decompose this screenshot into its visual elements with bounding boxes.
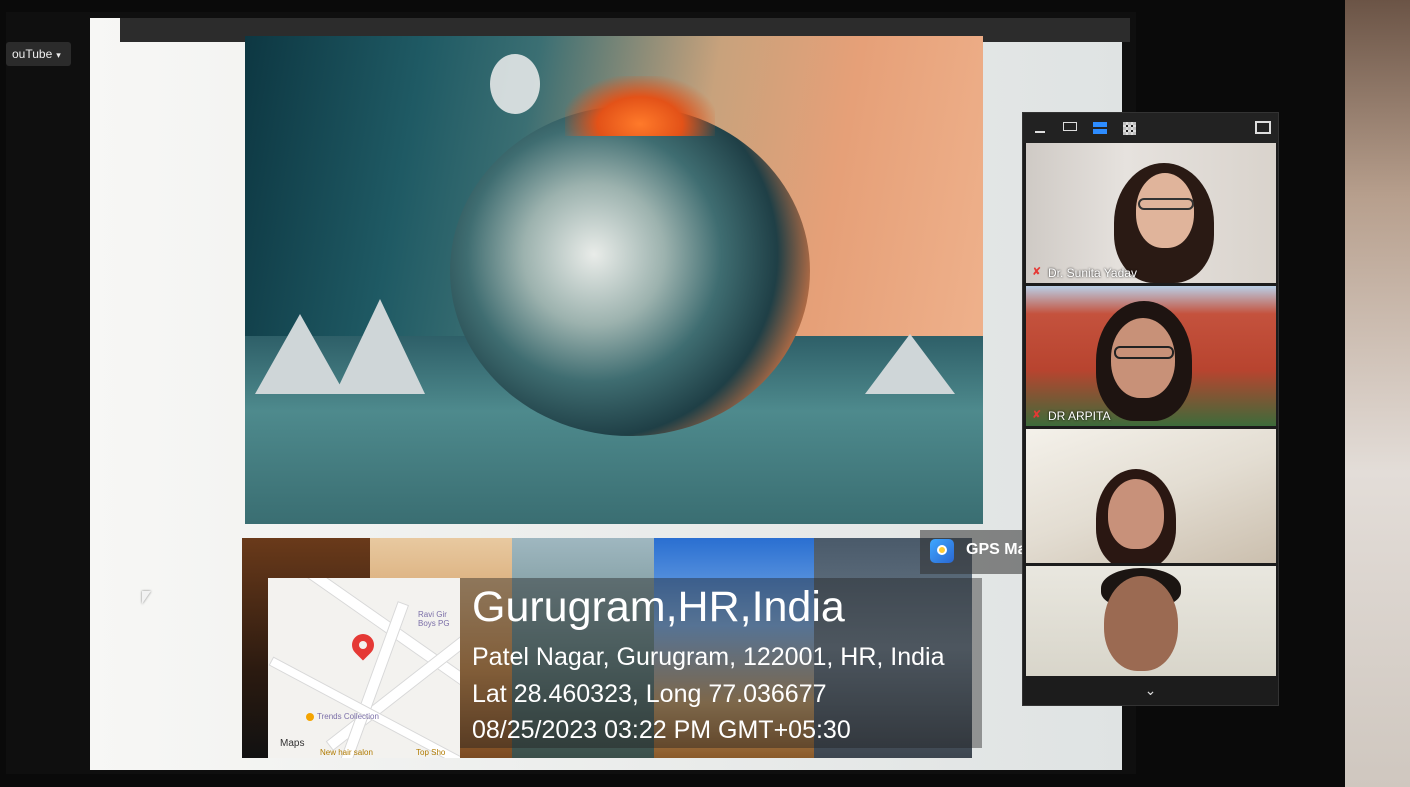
map-poi-label: Trends Collection [306, 712, 379, 721]
participant-name: Dr. Sunita Yadav [1048, 266, 1137, 280]
muted-mic-icon: ✘ [1032, 266, 1042, 278]
meeting-panel-toolbar [1023, 113, 1278, 143]
glasses-icon [1138, 198, 1194, 210]
map-poi-label: Ravi Gir Boys PG [418, 610, 450, 628]
mountain-shape [335, 299, 425, 394]
mountain-shape [255, 314, 345, 394]
participant-name: DR ARPITA [1048, 409, 1111, 423]
glasses-icon [1114, 346, 1174, 359]
participant-face [1108, 479, 1164, 549]
participant-face [1104, 576, 1178, 671]
smoke-plume [490, 54, 540, 114]
gps-camera-app-icon [930, 539, 954, 563]
participant-tile[interactable]: ✘ Dr. Sunita Yadav [1026, 143, 1276, 283]
expand-panel-icon[interactable] [1255, 121, 1271, 134]
room-background [1345, 0, 1410, 787]
participant-tile[interactable] [1026, 566, 1276, 676]
mouse-cursor-icon [142, 591, 151, 604]
maps-logo: Maps [280, 738, 305, 749]
participant-face [1136, 173, 1194, 248]
grid-view-icon[interactable] [1123, 122, 1136, 135]
gps-city: Gurugram,HR,India [472, 583, 845, 631]
speaker-view-icon[interactable] [1063, 122, 1077, 131]
youtube-menu-label: ouTube [12, 47, 53, 61]
map-poi-label: New hair salon [320, 748, 373, 757]
gps-datetime: 08/25/2023 03:22 PM GMT+05:30 [472, 716, 851, 744]
earth-climate-image [245, 36, 983, 524]
gallery-strip-icon[interactable] [1093, 122, 1107, 134]
map-poi-label: Top Sho [416, 748, 446, 757]
caret-down-icon: ▾ [56, 50, 61, 60]
scroll-down-chevron-icon[interactable]: ⌄ [1023, 677, 1278, 705]
burning-globe [450, 106, 810, 436]
gps-coordinates: Lat 28.460323, Long 77.036677 [472, 680, 827, 708]
gps-address: Patel Nagar, Gurugram, 122001, HR, India [472, 643, 945, 671]
location-pin-icon [347, 629, 379, 661]
mountain-shape [865, 334, 955, 394]
muted-mic-icon: ✘ [1032, 409, 1042, 421]
participant-tile[interactable] [1026, 429, 1276, 563]
poi-marker-icon [306, 712, 314, 721]
meeting-video-panel: ✘ Dr. Sunita Yadav ✘ DR ARPITA ⌄ [1022, 112, 1279, 706]
fire-glow [565, 76, 715, 136]
participant-tile[interactable]: ✘ DR ARPITA [1026, 286, 1276, 426]
gps-mini-map: Ravi Gir Boys PG Trends Collection New h… [268, 578, 460, 758]
youtube-menu-button[interactable]: ouTube ▾ [6, 42, 71, 66]
minimize-icon[interactable] [1035, 131, 1045, 133]
